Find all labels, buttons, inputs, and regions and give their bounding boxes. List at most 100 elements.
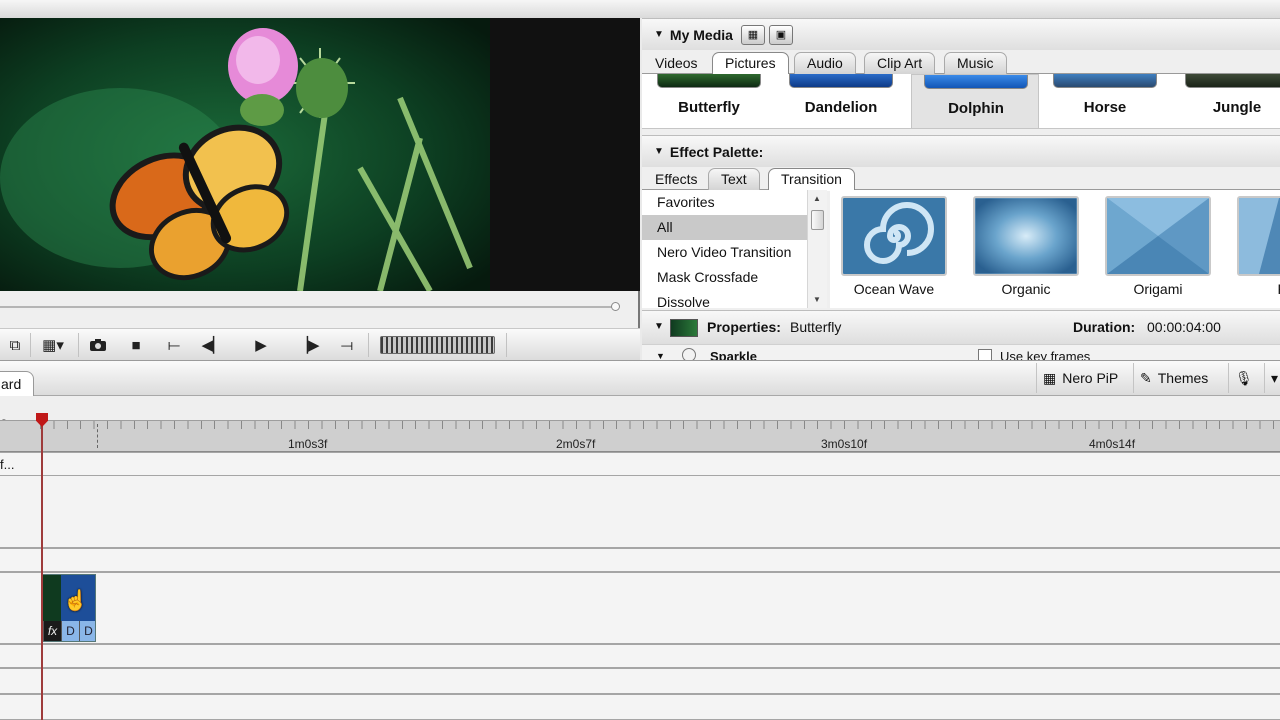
transition-organic[interactable]: Organic bbox=[962, 193, 1082, 303]
camera-snapshot-icon[interactable] bbox=[83, 333, 113, 357]
transition-page[interactable]: Pag bbox=[1226, 193, 1280, 303]
scrollbar-thumb[interactable] bbox=[811, 210, 824, 230]
ruler-marker bbox=[97, 424, 98, 448]
transition-origami[interactable]: Origami bbox=[1094, 193, 1214, 303]
nero-pip-button[interactable]: ▦ Nero PiP bbox=[1036, 363, 1124, 393]
preview-letterbox bbox=[490, 18, 640, 291]
thumbnail-view-icon[interactable]: ▣ bbox=[768, 24, 793, 45]
media-item-dandelion[interactable]: Dandelion bbox=[777, 74, 905, 129]
top-strip bbox=[0, 0, 1280, 18]
previous-frame-icon[interactable]: ◀▏ bbox=[198, 333, 228, 357]
grid-view-icon[interactable]: ▦ bbox=[740, 24, 765, 45]
scrubber-track bbox=[0, 306, 615, 308]
separator bbox=[78, 333, 79, 357]
media-item-dolphin[interactable]: Dolphin bbox=[911, 74, 1039, 129]
themes-button[interactable]: ✎ Themes bbox=[1133, 363, 1214, 393]
collapse-triangle-icon[interactable]: ▼ bbox=[654, 29, 664, 40]
next-frame-icon[interactable]: ▕▶ bbox=[293, 333, 323, 357]
more-tools-button[interactable]: ▾ bbox=[1264, 363, 1280, 393]
tab-videos[interactable]: Videos bbox=[642, 52, 711, 74]
hand-cursor-icon: ☝ bbox=[63, 590, 88, 612]
tab-effects[interactable]: Effects bbox=[642, 168, 711, 190]
media-thumbnail bbox=[657, 74, 761, 88]
page-thumbnail bbox=[1237, 196, 1280, 276]
tab-transition[interactable]: Transition bbox=[768, 168, 855, 191]
list-item-dissolve[interactable]: Dissolve bbox=[642, 290, 826, 308]
properties-thumbnail bbox=[670, 319, 698, 337]
collapse-triangle-icon[interactable]: ▼ bbox=[656, 351, 665, 360]
list-item-mask-crossfade[interactable]: Mask Crossfade bbox=[642, 265, 826, 290]
butterfly-preview-image bbox=[0, 18, 490, 291]
effect-palette-tabs: Effects Text Transition bbox=[642, 166, 1280, 191]
tab-storyboard[interactable]: ard bbox=[0, 371, 34, 396]
timeline-track[interactable] bbox=[0, 476, 1280, 548]
tab-text[interactable]: Text bbox=[708, 168, 760, 190]
effect-palette-title: Effect Palette: bbox=[669, 143, 764, 160]
mark-out-icon[interactable]: ⟞ bbox=[332, 333, 362, 357]
media-thumbnail bbox=[1053, 74, 1157, 88]
my-media-header[interactable]: ▼ My Media ▦ ▣ bbox=[642, 18, 1280, 50]
tab-music[interactable]: Music bbox=[944, 52, 1007, 74]
media-thumbnails: Butterfly Dandelion Dolphin Horse Jungle bbox=[642, 74, 1280, 129]
duration-label: Duration: bbox=[1073, 319, 1136, 335]
category-scrollbar[interactable]: ▲ ▼ bbox=[807, 190, 827, 308]
transition-thumbnails: Ocean Wave Organic Origami bbox=[830, 190, 1280, 308]
list-item-favorites[interactable]: Favorites bbox=[642, 190, 826, 215]
transition-ocean-wave[interactable]: Ocean Wave bbox=[830, 193, 950, 303]
effect-row-name: Sparkle bbox=[710, 349, 757, 360]
stop-icon[interactable]: ■ bbox=[121, 333, 151, 357]
media-item-horse[interactable]: Horse bbox=[1041, 74, 1169, 129]
jog-shuttle[interactable] bbox=[380, 336, 495, 354]
chevron-down-icon: ▾ bbox=[1271, 369, 1279, 386]
properties-header[interactable]: ▼ Properties: Butterfly Duration: 00:00:… bbox=[642, 310, 1280, 344]
fullscreen-icon[interactable]: ⧉ bbox=[0, 333, 30, 357]
duration-value: 00:00:04:00 bbox=[1147, 319, 1221, 335]
clip-effect-bar: fx D D bbox=[43, 621, 95, 641]
collapse-triangle-icon[interactable]: ▼ bbox=[654, 321, 664, 332]
eye-icon[interactable] bbox=[682, 348, 696, 360]
transport-controls: ⧉ ▦▾ ■ ⟝ ◀▏ ▶ ▕▶ ⟞ bbox=[0, 328, 640, 360]
tab-clip-art[interactable]: Clip Art bbox=[864, 52, 936, 74]
effect-palette-header[interactable]: ▼ Effect Palette: bbox=[642, 135, 1280, 167]
mark-in-icon[interactable]: ⟝ bbox=[159, 333, 189, 357]
playhead-line[interactable] bbox=[41, 420, 43, 720]
microphone-button[interactable]: 🎙 bbox=[1228, 363, 1264, 393]
microphone-icon: 🎙 bbox=[1235, 369, 1253, 386]
list-item-all[interactable]: All bbox=[642, 215, 826, 240]
media-thumbnail bbox=[924, 75, 1028, 89]
play-icon[interactable]: ▶ bbox=[246, 333, 276, 357]
media-item-jungle[interactable]: Jungle bbox=[1173, 74, 1280, 129]
scroll-up-arrow-icon[interactable]: ▲ bbox=[813, 194, 821, 203]
timeline-ruler[interactable]: 1m0s3f 2m0s7f 3m0s10f 4m0s14f bbox=[0, 420, 1280, 452]
media-thumbnail bbox=[1185, 74, 1280, 88]
preview-video[interactable] bbox=[0, 18, 490, 291]
origami-thumbnail bbox=[1105, 196, 1211, 276]
media-label: Dandelion bbox=[804, 99, 878, 116]
transition-label: Pag bbox=[1226, 281, 1280, 297]
separator bbox=[30, 333, 31, 357]
scrubber-handle[interactable] bbox=[611, 302, 620, 311]
timeline-track[interactable] bbox=[0, 572, 1280, 644]
timeline-track[interactable] bbox=[0, 668, 1280, 694]
clip-effect-label: fx bbox=[43, 621, 61, 641]
use-key-frames-checkbox[interactable] bbox=[978, 349, 992, 360]
transition-label: Ocean Wave bbox=[853, 281, 935, 297]
timeline-toolbar: ard ▦ Nero PiP ✎ Themes 🎙 ▾ bbox=[0, 360, 1280, 396]
scroll-down-arrow-icon[interactable]: ▼ bbox=[813, 295, 821, 304]
media-item-butterfly[interactable]: Butterfly bbox=[645, 74, 773, 129]
preview-scrubber[interactable] bbox=[0, 302, 625, 312]
tab-audio[interactable]: Audio bbox=[794, 52, 856, 74]
collapse-triangle-icon[interactable]: ▼ bbox=[654, 146, 664, 157]
transition-label: Origami bbox=[1133, 281, 1183, 297]
ruler-ticks bbox=[40, 421, 1280, 429]
preview-panel: ⧉ ▦▾ ■ ⟝ ◀▏ ▶ ▕▶ ⟞ bbox=[0, 18, 640, 360]
view-mode-dropdown-icon[interactable]: ▦▾ bbox=[34, 333, 72, 357]
timeline-track[interactable] bbox=[0, 644, 1280, 668]
timeline-track[interactable]: f... bbox=[0, 452, 1280, 476]
list-item-nero-video-transition[interactable]: Nero Video Transition bbox=[642, 240, 826, 265]
timeline-track[interactable] bbox=[0, 548, 1280, 572]
tab-pictures[interactable]: Pictures bbox=[712, 52, 789, 75]
timeline-track[interactable] bbox=[0, 694, 1280, 720]
transition-category-list: Favorites All Nero Video Transition Mask… bbox=[642, 190, 827, 308]
properties-row: ▼ Sparkle Use key frames bbox=[642, 344, 1280, 360]
